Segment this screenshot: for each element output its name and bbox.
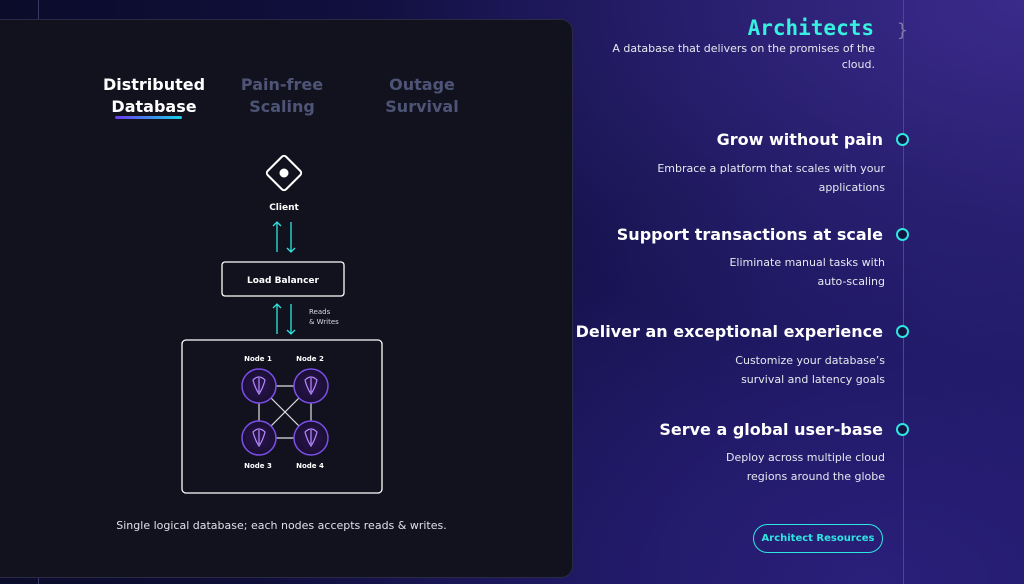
architects-subtitle: A database that delivers on the promises… (612, 42, 875, 71)
writes-label: & Writes (309, 318, 339, 326)
feature-title-grow: Grow without pain (716, 130, 883, 149)
node-1 (241, 368, 277, 404)
architect-resources-button[interactable]: Architect Resources (753, 524, 883, 553)
cluster-box (181, 339, 383, 494)
node-4 (293, 420, 329, 456)
node-3 (241, 420, 277, 456)
architects-title: Architects (747, 16, 874, 40)
timeline-dot (896, 133, 909, 146)
client-lb-arrows (272, 221, 296, 253)
timeline-dot (896, 423, 909, 436)
node-2 (293, 368, 329, 404)
node-4-label: Node 4 (296, 462, 324, 470)
feature-desc-global: Deploy across multiple cloud regions aro… (726, 451, 885, 483)
architecture-diagram: Client Load Balancer Reads & Writes Node… (181, 154, 383, 494)
feature-desc-transactions: Eliminate manual tasks with auto-scaling (729, 256, 885, 288)
feature-desc-experience: Customize your database’s survival and l… (735, 354, 885, 386)
node-1-label: Node 1 (244, 355, 272, 363)
reads-label: Reads (309, 308, 331, 316)
feature-title-transactions: Support transactions at scale (616, 225, 883, 244)
client-icon (265, 154, 303, 192)
node-2-label: Node 2 (296, 355, 324, 363)
feature-desc-grow: Embrace a platform that scales with your… (657, 162, 885, 194)
feature-title-experience: Deliver an exceptional experience (575, 322, 883, 341)
timeline-dot (896, 228, 909, 241)
diagram-caption: Single logical database; each nodes acce… (116, 519, 447, 532)
timeline-line (903, 0, 904, 584)
node-3-label: Node 3 (244, 462, 272, 470)
client-label: Client (269, 203, 299, 213)
diagram-card: Distributed Database Pain-free Scaling O… (0, 19, 573, 578)
brace-decoration: } (897, 20, 908, 41)
timeline-dot (896, 325, 909, 338)
load-balancer-label: Load Balancer (247, 276, 320, 286)
lb-cluster-arrows (272, 303, 296, 335)
feature-title-global: Serve a global user-base (659, 420, 883, 439)
